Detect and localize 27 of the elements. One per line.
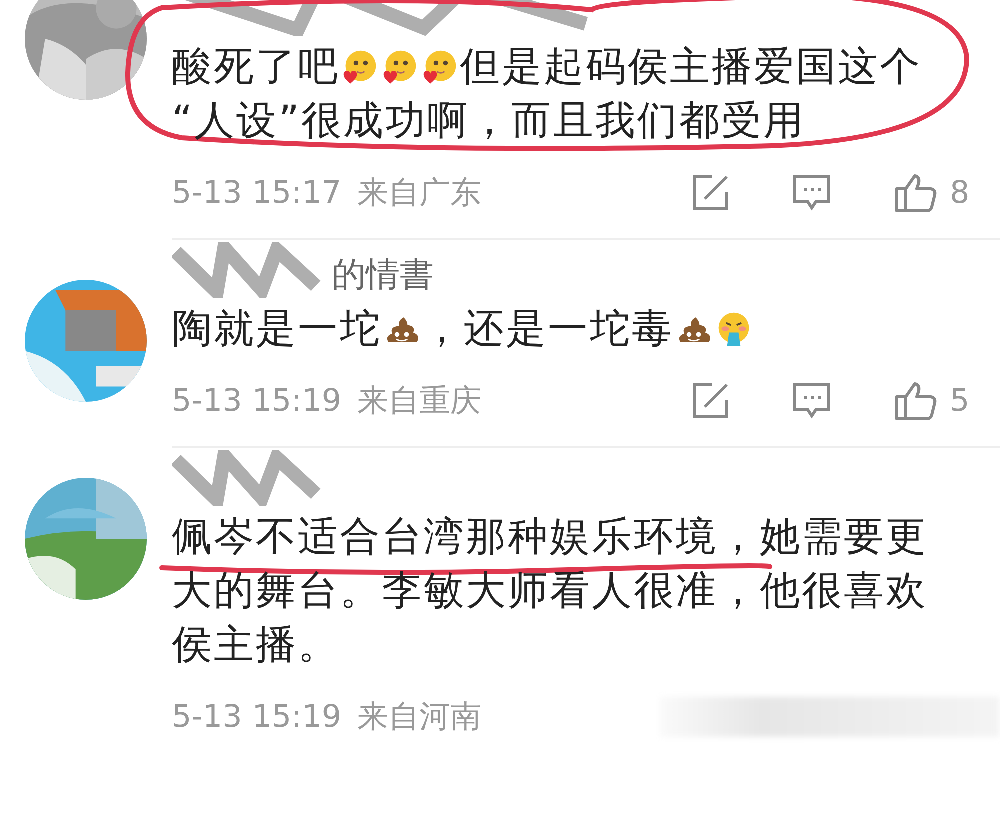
blushing-face-icon bbox=[381, 48, 419, 86]
comment-text: 陶就是一坨 bbox=[172, 306, 382, 352]
like-count: 8 bbox=[950, 175, 970, 211]
blushing-face-icon bbox=[341, 48, 379, 86]
blushing-face-icon bbox=[421, 48, 459, 86]
location-label: 来自河南 bbox=[358, 698, 482, 737]
like-count: 5 bbox=[950, 383, 970, 419]
comment-icon[interactable] bbox=[792, 382, 832, 420]
thumbs-up-icon[interactable] bbox=[894, 173, 938, 213]
thumbs-up-icon[interactable] bbox=[894, 381, 938, 421]
location-label: 来自广东 bbox=[358, 174, 482, 213]
timestamp: 5-13 15:17 bbox=[172, 175, 342, 211]
comment-text: “人设”很成功啊，而且我们都受用 bbox=[172, 98, 806, 144]
comment-text: 但是起码侯主播爱国这个 bbox=[460, 44, 922, 90]
share-icon[interactable] bbox=[692, 382, 730, 420]
timestamp: 5-13 15:19 bbox=[172, 699, 342, 735]
comment-text: 佩岑不适合台湾那种娱乐环境， bbox=[172, 514, 760, 560]
timestamp: 5-13 15:19 bbox=[172, 383, 342, 419]
location-label: 来自重庆 bbox=[358, 382, 482, 421]
comment-text: 侯主播。 bbox=[172, 622, 340, 668]
comment-text: 酸死了吧 bbox=[172, 44, 340, 90]
comment-text: 大的舞台。李敏大师看人很准，他很喜欢 bbox=[172, 568, 928, 614]
comment-text: ，还是一坨毒 bbox=[422, 306, 674, 352]
username[interactable]: 的情書 bbox=[332, 252, 434, 302]
share-icon[interactable] bbox=[692, 174, 730, 212]
comment-text: 她需要更 bbox=[760, 514, 928, 560]
comment-icon[interactable] bbox=[792, 174, 832, 212]
